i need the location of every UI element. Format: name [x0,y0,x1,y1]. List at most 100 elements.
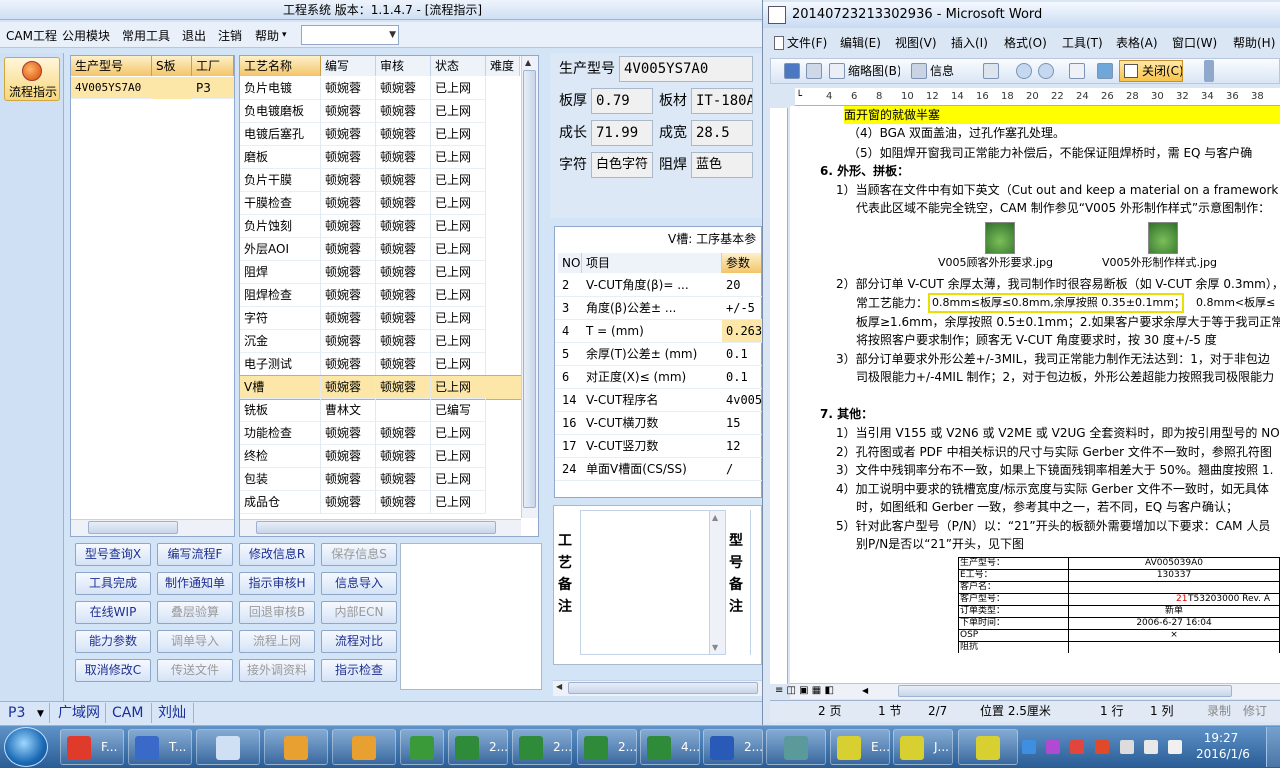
zoom-out-icon[interactable] [1038,63,1054,79]
thumbnail-icon[interactable] [829,63,845,79]
action-button[interactable]: 在线WIP [75,601,151,624]
taskbar-button[interactable]: E... [830,729,890,765]
scroll-left-icon[interactable]: ◀ [556,682,562,691]
action-button[interactable]: 调单导入 [157,630,233,653]
zoom-in-icon[interactable] [1016,63,1032,79]
fullscreen-icon[interactable] [1097,63,1113,79]
taskbar-button[interactable] [958,729,1018,765]
taskbar-button[interactable]: 2... [512,729,572,765]
model-field[interactable]: 4V005YS7A0 [619,56,753,82]
toolbar-combo[interactable]: ▼ [301,25,399,45]
model-remark-input[interactable] [750,510,762,655]
taskbar-button[interactable]: T... [128,729,192,765]
tray-icon[interactable] [1095,740,1109,754]
word-menu-item[interactable]: 工具(T) [1062,33,1114,53]
action-button[interactable]: 流程对比 [321,630,397,653]
start-button[interactable] [4,727,48,767]
char-field[interactable]: 白色字符 [591,152,653,178]
vcut-param[interactable]: 0.1 [722,366,762,389]
word-menu-item[interactable]: 表格(A) [1116,33,1170,53]
taskbar-button[interactable]: J... [893,729,953,765]
action-button[interactable]: 指示审核H [239,572,315,595]
tray-icon[interactable] [1070,740,1084,754]
volume-icon[interactable] [1144,740,1158,754]
action-button[interactable]: 取消修改C [75,659,151,682]
menu-help[interactable]: 帮助 [255,27,279,45]
vcut-param[interactable]: +/-5 [722,297,762,320]
col-writer[interactable]: 编写 [321,56,376,76]
vcut-param[interactable]: 20 [722,274,762,297]
action-button[interactable]: 叠层验算 [157,601,233,624]
menu-tools[interactable]: 常用工具 [122,27,170,45]
show-desktop-button[interactable] [1266,727,1280,767]
action-button[interactable]: 型号查询X [75,543,151,566]
menu-cam[interactable]: CAM工程 [6,27,57,45]
taskbar-button[interactable]: F... [60,729,124,765]
flag-icon[interactable] [1168,740,1182,754]
col-process[interactable]: 工艺名称 [240,56,321,76]
col-status[interactable]: 状态 [431,56,486,76]
action-button[interactable]: 保存信息S [321,543,397,566]
taskbar-button[interactable] [264,729,328,765]
action-button[interactable]: 回退审核B [239,601,315,624]
word-menu-item[interactable]: 文件(F) [787,33,838,53]
info-button[interactable]: 信息 [930,62,956,80]
word-menu-item[interactable]: 窗口(W) [1172,33,1231,53]
taskbar-button[interactable]: 2... [577,729,637,765]
action-button[interactable]: 工具完成 [75,572,151,595]
tool-icon[interactable] [983,63,999,79]
process-remark-input[interactable] [580,510,726,655]
taskbar-button[interactable] [400,729,444,765]
action-button[interactable]: 接外调资料 [239,659,315,682]
col-s-board[interactable]: S板 [152,56,192,76]
remark-vscroll[interactable] [709,511,725,654]
action-button[interactable]: 指示检查 [321,659,397,682]
clock[interactable]: 19:27 2016/1/6 [1196,730,1250,764]
flow-indicator-button[interactable]: 流程指示 [4,57,60,101]
process-vscroll-thumb[interactable] [523,70,536,508]
col-param[interactable]: 参数 [722,253,762,273]
action-button[interactable]: 制作通知单 [157,572,233,595]
save-icon[interactable] [784,63,800,79]
action-button[interactable]: 内部ECN [321,601,397,624]
col-reviewer[interactable]: 审核 [376,56,431,76]
taskbar-button[interactable]: 2... [448,729,508,765]
print-icon[interactable] [806,63,822,79]
taskbar-button[interactable] [332,729,396,765]
action-button[interactable]: 传送文件 [157,659,233,682]
vcut-param[interactable]: 12 [722,435,762,458]
menu-exit[interactable]: 退出 [182,27,206,45]
vcut-param[interactable]: 0.263 [722,320,762,343]
scroll-up-icon[interactable]: ▲ [712,513,718,522]
status-record[interactable]: 录制 [1207,703,1231,719]
thickness-field[interactable]: 0.79 [591,88,653,114]
material-field[interactable]: IT-180A [691,88,753,114]
word-app-icon[interactable] [768,6,786,24]
menu-logout[interactable]: 注销 [218,27,242,45]
jpg-file-icon[interactable] [1148,222,1178,254]
view-buttons[interactable]: ≡ ◫ ▣ ▦ ◧ [775,685,857,697]
action-button[interactable]: 流程上网 [239,630,315,653]
tab-stop-icon[interactable]: └ [796,91,802,102]
vcut-param[interactable]: 15 [722,412,762,435]
word-menu-item[interactable]: 帮助(H) [1233,33,1278,53]
taskbar-button[interactable] [766,729,826,765]
taskbar-button[interactable]: 4... [640,729,700,765]
action-button[interactable]: 信息导入 [321,572,397,595]
length-field[interactable]: 71.99 [591,120,653,146]
word-menu-item[interactable]: 格式(O) [1004,33,1060,53]
process-hscroll-thumb[interactable] [256,521,496,534]
page-icon[interactable] [1069,63,1085,79]
col-item[interactable]: 项目 [582,253,722,273]
menu-common-module[interactable]: 公用模块 [62,27,110,45]
col-factory[interactable]: 工厂 [192,56,234,76]
action-button[interactable]: 能力参数 [75,630,151,653]
width-field[interactable]: 28.5 [691,120,753,146]
tray-icon[interactable] [1046,740,1060,754]
network-icon[interactable] [1120,740,1134,754]
info-hscroll-thumb[interactable] [568,682,758,694]
word-hscroll-thumb[interactable] [898,685,1232,697]
action-button[interactable]: 编写流程F [157,543,233,566]
col-model[interactable]: 生产型号 [71,56,152,76]
vcut-param[interactable]: / [722,458,762,481]
